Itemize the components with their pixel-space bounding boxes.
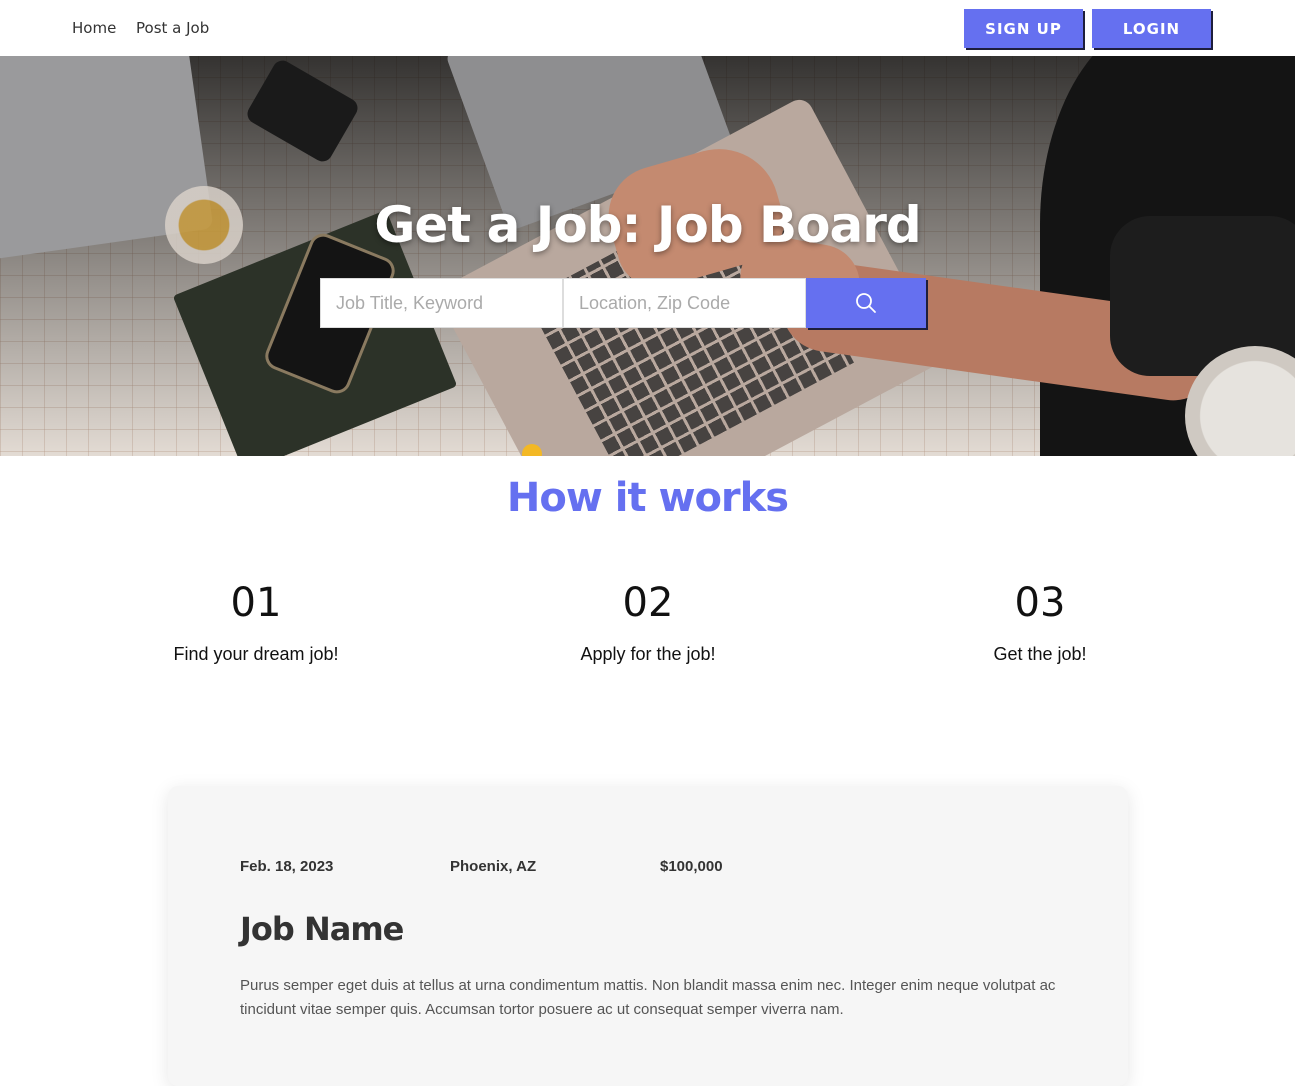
location-search-input[interactable] xyxy=(563,278,806,328)
nav-link-home[interactable]: Home xyxy=(72,19,116,37)
sign-up-button[interactable]: SIGN UP xyxy=(964,9,1083,48)
job-location: Phoenix, AZ xyxy=(450,858,537,875)
step-text: Find your dream job! xyxy=(173,644,339,664)
job-description: Purus semper eget duis at tellus at urna… xyxy=(240,977,1056,1018)
hero-photo-phone-top xyxy=(243,56,362,166)
search-button[interactable] xyxy=(806,278,926,328)
job-search-form xyxy=(320,278,926,328)
how-it-works-title: How it works xyxy=(506,475,789,521)
step-text: Get the job! xyxy=(993,644,1087,664)
job-name[interactable]: Job Name xyxy=(240,910,404,948)
nav-link-post-a-job[interactable]: Post a Job xyxy=(136,19,209,37)
login-button[interactable]: LOGIN xyxy=(1092,9,1211,48)
top-nav: Home Post a Job SIGN UP LOGIN xyxy=(0,0,1295,56)
step-3: 03 Get the job! xyxy=(910,580,1170,665)
hero-banner: Get a Job: Job Board xyxy=(0,56,1295,456)
keyword-search-input[interactable] xyxy=(320,278,563,328)
search-icon xyxy=(856,293,876,313)
job-salary: $100,000 xyxy=(660,858,723,875)
hero-title: Get a Job: Job Board xyxy=(374,196,921,254)
step-number: 03 xyxy=(1014,580,1066,626)
step-text: Apply for the job! xyxy=(580,644,716,664)
step-1: 01 Find your dream job! xyxy=(126,580,386,665)
step-number: 02 xyxy=(622,580,674,626)
job-date: Feb. 18, 2023 xyxy=(240,858,334,875)
job-card[interactable]: Feb. 18, 2023 Phoenix, AZ $100,000 Job N… xyxy=(168,786,1128,1086)
step-2: 02 Apply for the job! xyxy=(518,580,778,665)
step-number: 01 xyxy=(230,580,282,626)
